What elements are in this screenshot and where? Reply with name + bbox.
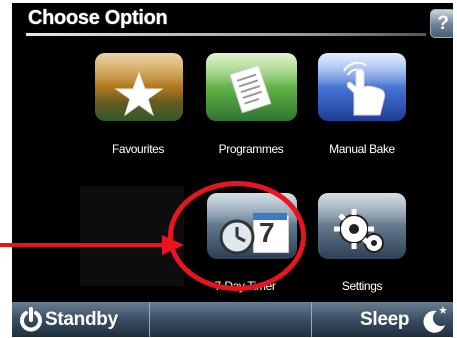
programmes-label: Programmes [218, 142, 284, 156]
programmes-button[interactable] [206, 53, 297, 121]
title-underline [26, 33, 426, 36]
standby-button[interactable]: Standby [12, 302, 148, 337]
favourites-label: Favourites [111, 142, 165, 156]
sleep-label: Sleep [360, 309, 410, 330]
manual-bake-button[interactable] [318, 53, 406, 121]
settings-button[interactable] [318, 193, 406, 259]
standby-label: Standby [45, 309, 118, 330]
favourites-button[interactable] [95, 53, 183, 121]
annotation-circle [168, 181, 306, 291]
hand-pointer-icon [343, 61, 385, 116]
document-icon [229, 64, 272, 114]
gears-icon [334, 209, 384, 253]
bottom-bar: Standby Sleep [12, 302, 453, 337]
page-title: Choose Option [28, 7, 168, 29]
star-icon [114, 71, 164, 117]
help-button[interactable]: ? [430, 9, 453, 38]
blank-footer-button[interactable] [150, 302, 310, 337]
manual-bake-label: Manual Bake [329, 142, 395, 156]
sleep-button[interactable]: Sleep [312, 302, 453, 337]
settings-label: Settings [341, 279, 383, 293]
moon-icon [423, 306, 447, 333]
annotation-arrow [0, 243, 168, 247]
power-icon [20, 307, 42, 332]
